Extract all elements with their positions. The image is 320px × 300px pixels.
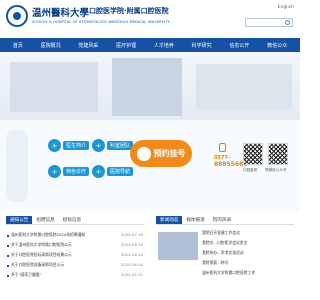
- logo-en-text: SCHOOL & HOSPITAL OF STOMATOLOGY WENZHOU…: [32, 20, 170, 24]
- news-title[interactable]: 关于“国家卫健委”: [11, 272, 111, 278]
- site-header: 温州醫科大學 口腔医学院·附属口腔医院 SCHOOL & HOSPITAL OF…: [0, 0, 300, 38]
- qr-caption-wechat: 院微信公众号: [265, 168, 287, 172]
- news-tabs: 通知公告 招聘信息 招标信息: [6, 216, 144, 225]
- tab-news[interactable]: 新闻动态: [156, 216, 183, 224]
- news-date: 2024-06-04: [120, 262, 143, 267]
- news-title[interactable]: 温州医科大学附属口腔医院2024年招聘通知: [11, 232, 111, 238]
- news-item[interactable]: 关于“国家卫健委” 2024-05-31: [7, 272, 143, 280]
- english-link[interactable]: English: [278, 5, 294, 10]
- main-nav: 首页 医院概况 党建风采 医疗护理 人才培养 科学研究 信息公开 微信公众: [0, 38, 300, 52]
- appointment-label: 预约挂号: [153, 149, 186, 158]
- search-icon[interactable]: [285, 20, 290, 25]
- nav-research[interactable]: 科学研究: [192, 42, 212, 49]
- news-item[interactable]: 温州医科大学附属口腔医院2024年招聘通知 2024-07-19: [7, 232, 143, 240]
- bullet: [7, 235, 9, 237]
- hospital-navigation-label: 医院导航: [107, 167, 134, 176]
- bullet: [7, 265, 9, 267]
- news-item[interactable]: 关于口腔医院招标采购项目结果公示 2024-06-15: [7, 252, 143, 260]
- news-date: 2024-06-15: [120, 252, 143, 257]
- tab-recruitment[interactable]: 招聘信息: [32, 216, 58, 224]
- media-item[interactable]: 我院荣获...称号: [202, 260, 296, 268]
- media-item[interactable]: 我院在...口腔医学会议发言: [202, 240, 296, 248]
- media-item[interactable]: 我院召开党建工作会议: [202, 230, 296, 238]
- nav-talent[interactable]: 人才培养: [154, 42, 174, 49]
- bullet: [7, 275, 9, 277]
- qr-caption-hospital: 口腔医院: [243, 168, 258, 172]
- search-input[interactable]: [246, 29, 284, 36]
- news-title[interactable]: 关于口腔医院招标采购项目结果公示: [11, 252, 111, 258]
- nav-party[interactable]: 党建风采: [78, 42, 98, 49]
- nav-medical[interactable]: 医疗护理: [116, 42, 136, 49]
- bullet: [7, 255, 9, 257]
- logo-sub-text[interactable]: 口腔医学院·附属口腔医院: [89, 6, 169, 16]
- news-item[interactable]: 关于口腔医院设备采购项目公示 2024-06-04: [7, 262, 143, 270]
- nav-overview[interactable]: 医院概况: [41, 42, 61, 49]
- nav-public[interactable]: 信息公开: [229, 42, 249, 49]
- nav-home[interactable]: 首页: [13, 42, 23, 49]
- media-tabs: 新闻动态 媒体报道 院内风采: [156, 216, 294, 225]
- tab-tender[interactable]: 招标信息: [59, 216, 85, 224]
- clock-icon: [136, 146, 151, 161]
- phone-icon: [219, 143, 226, 152]
- news-item[interactable]: 关于温州医科大学附属口腔医院公示 2024-06-18: [7, 242, 143, 250]
- news-date: 2024-05-31: [120, 272, 143, 277]
- doctor-intro-label: 医生简介: [63, 141, 90, 150]
- nav-wechat[interactable]: 微信公众: [267, 42, 287, 49]
- tooth-decoration: [6, 130, 28, 202]
- news-date: 2024-06-18: [120, 242, 143, 247]
- qr-code-wechat: [268, 143, 288, 165]
- doctor-intro-button[interactable]: + 医生简介: [48, 139, 90, 152]
- logo-cn-text[interactable]: 温州醫科大學: [32, 5, 89, 19]
- doctor-icon: +: [48, 139, 61, 152]
- map-pin-icon: +: [92, 165, 105, 178]
- search-box[interactable]: [245, 18, 293, 36]
- media-item[interactable]: 我院举办...学术交流活动: [202, 250, 296, 258]
- appointment-button[interactable]: 预约挂号: [130, 140, 192, 167]
- media-item[interactable]: 温州医科大学附属口腔医院工作: [202, 270, 296, 278]
- bullet: [7, 245, 9, 247]
- tab-notices[interactable]: 通知公告: [6, 216, 33, 224]
- banner-image-right: [196, 64, 292, 110]
- news-title[interactable]: 关于温州医科大学附属口腔医院公示: [11, 242, 111, 248]
- department-icon: +: [92, 139, 105, 152]
- news-date: 2024-07-19: [120, 232, 143, 237]
- qr-code-hospital: [243, 143, 263, 165]
- news-title[interactable]: 关于口腔医院设备采购项目公示: [11, 262, 111, 268]
- dept-team-label: 科室团队: [107, 141, 134, 150]
- university-logo-icon[interactable]: [6, 5, 28, 27]
- dept-team-button[interactable]: + 科室团队: [92, 139, 134, 152]
- news-thumbnail[interactable]: [158, 232, 198, 260]
- banner-image-center: [112, 58, 182, 116]
- hero-banner[interactable]: [0, 52, 300, 120]
- banner-image-left: [10, 62, 98, 112]
- feature-treatment-label: 特色诊疗: [63, 167, 90, 176]
- hospital-navigation-button[interactable]: + 医院导航: [92, 165, 134, 178]
- tooth-icon: +: [48, 165, 61, 178]
- tab-gallery[interactable]: 院内风采: [209, 216, 235, 224]
- feature-treatment-button[interactable]: + 特色诊疗: [48, 165, 90, 178]
- tab-media[interactable]: 媒体报道: [182, 216, 208, 224]
